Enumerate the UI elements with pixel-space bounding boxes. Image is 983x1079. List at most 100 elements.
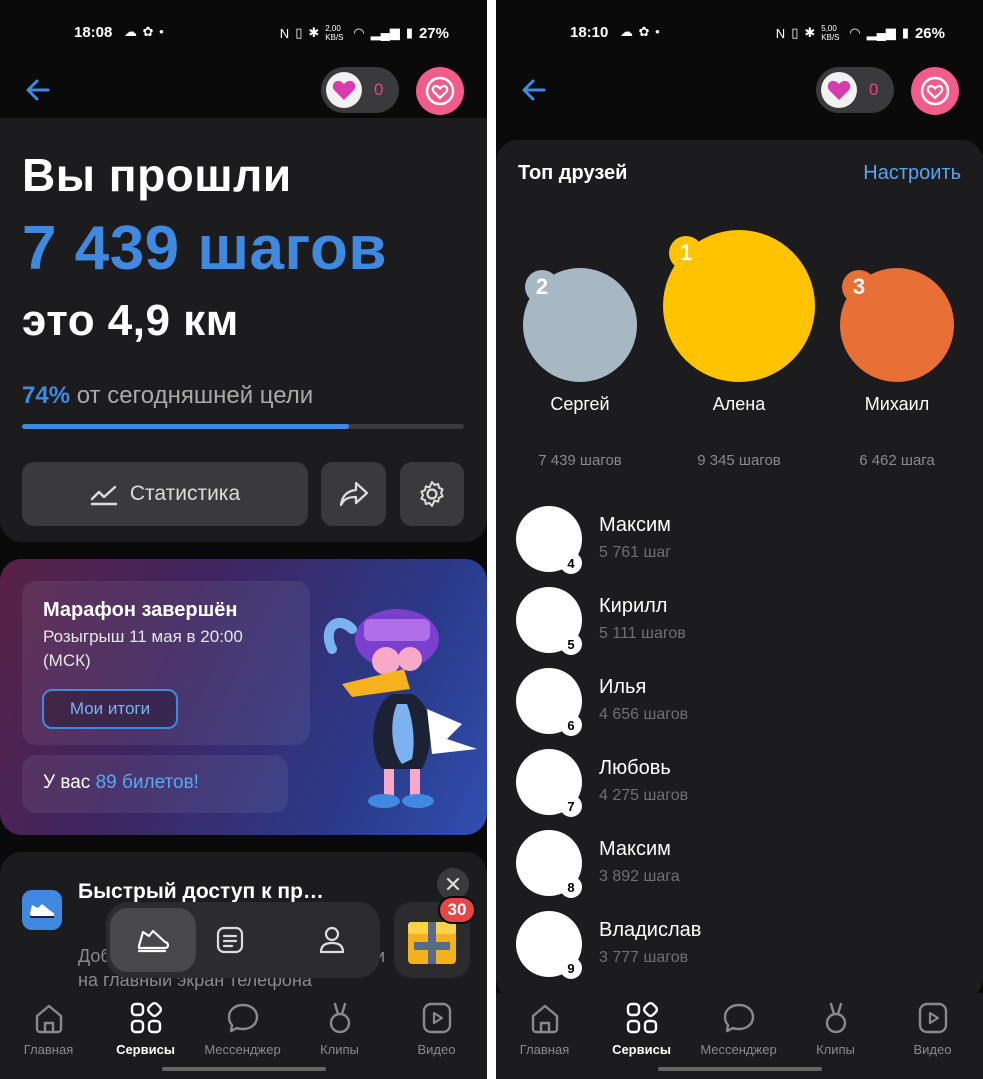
friend-name: Максим bbox=[599, 838, 671, 860]
top-bar: 0 bbox=[0, 64, 487, 118]
battery-icon: ▮ bbox=[901, 25, 909, 40]
friend-name: Владислав bbox=[599, 919, 702, 941]
podium-name: Михаил bbox=[864, 394, 930, 414]
tab-clips[interactable]: Клипы bbox=[787, 1001, 884, 1057]
gift-box-button[interactable]: 30 bbox=[394, 896, 476, 978]
vibrate-icon: ▯ bbox=[295, 25, 303, 40]
likes-count: 0 bbox=[374, 80, 384, 99]
podium-steps: 9 345 шагов bbox=[697, 452, 781, 469]
podium-steps: 7 439 шагов bbox=[538, 452, 622, 469]
status-time: 18:08 bbox=[74, 24, 113, 41]
left-screen: 18:08 ☁ ✿ • N ▯ ✱ 2,00 KB/S ◠ ▂▄▆ ▮ 27% … bbox=[0, 0, 487, 1079]
battery-icon: ▮ bbox=[405, 25, 413, 40]
friend-steps: 4 275 шагов bbox=[599, 787, 689, 804]
rank-number: 6 bbox=[560, 714, 582, 736]
tab-messenger-label: Мессенджер bbox=[204, 1042, 281, 1057]
friend-steps: 5 761 шаг bbox=[599, 544, 672, 561]
video-icon bbox=[918, 1002, 947, 1034]
tab-messenger[interactable]: Мессенджер bbox=[194, 1001, 291, 1057]
steps-count: 7 439 шагов bbox=[22, 214, 388, 283]
float-tab-profile[interactable] bbox=[312, 920, 352, 960]
tab-video[interactable]: Видео bbox=[884, 1001, 981, 1057]
arrow-left-icon bbox=[26, 79, 50, 101]
goal-label: от сегодняшней цели bbox=[76, 382, 314, 409]
list-item[interactable]: 5 Кирилл 5 111 шагов bbox=[496, 583, 983, 663]
wifi-icon: ◠ bbox=[849, 25, 861, 40]
goal-progress-text: 74% от сегодняшней цели bbox=[22, 382, 313, 410]
rank-number: 7 bbox=[560, 795, 582, 817]
speed-indicator: 2,00 KB/S bbox=[325, 24, 344, 42]
my-results-button[interactable]: Мои итоги bbox=[42, 689, 178, 729]
goal-percent: 74% bbox=[22, 382, 71, 409]
status-bar: 18:08 ☁ ✿ • N ▯ ✱ 2,00 KB/S ◠ ▂▄▆ ▮ 27% bbox=[0, 0, 487, 64]
right-screen: 18:10 ☁ ✿ • N ▯ ✱ 5,00 KB/S ◠ ▂▄▆ ▮ 26% … bbox=[496, 0, 983, 1079]
bottom-tab-bar: Главная Сервисы Мессенджер Клипы Видео bbox=[0, 993, 487, 1079]
bluetooth-icon: ✱ bbox=[804, 25, 816, 40]
goal-progress-fill bbox=[22, 424, 350, 429]
float-tab-feed[interactable] bbox=[210, 920, 250, 960]
float-tab-steps[interactable] bbox=[110, 908, 196, 972]
friend-name: Илья bbox=[599, 676, 647, 698]
steps-card: Вы прошли 7 439 шагов это 4,9 км 74% от … bbox=[0, 118, 487, 542]
tab-services[interactable]: Сервисы bbox=[97, 1001, 194, 1057]
gift-count-badge: 30 bbox=[438, 896, 476, 924]
sneaker-icon bbox=[137, 929, 170, 953]
tab-home[interactable]: Главная bbox=[496, 1001, 593, 1057]
list-item[interactable]: 7 Любовь 4 275 шагов bbox=[496, 745, 983, 825]
status-bar: 18:10 ☁ ✿ • N ▯ ✱ 5,00 KB/S ◠ ▂▄▆ ▮ 26% bbox=[496, 0, 983, 64]
back-button[interactable] bbox=[518, 74, 550, 106]
tab-services-label: Сервисы bbox=[612, 1042, 671, 1057]
friend-steps: 3 892 шага bbox=[599, 868, 680, 885]
likes-count: 0 bbox=[869, 80, 879, 99]
chart-trend-icon bbox=[90, 485, 118, 506]
services-grid-icon bbox=[130, 1001, 162, 1034]
notification-icons: ☁ ✿ • bbox=[124, 24, 165, 39]
nfc-icon: N bbox=[775, 25, 786, 41]
close-icon bbox=[446, 877, 460, 891]
likes-pill[interactable]: 0 bbox=[321, 67, 399, 113]
tab-video[interactable]: Видео bbox=[388, 1001, 485, 1057]
nfc-icon: N bbox=[279, 25, 290, 41]
heart-ring-icon bbox=[920, 76, 950, 106]
top-friends-card: Топ друзей Настроить 2 Сергей 7 439 шаго… bbox=[496, 140, 983, 1000]
bottom-tab-bar: Главная Сервисы Мессенджер Клипы Видео bbox=[496, 993, 983, 1079]
tab-clips-label: Клипы bbox=[816, 1042, 855, 1057]
services-grid-icon bbox=[626, 1001, 658, 1034]
person-icon bbox=[319, 926, 345, 954]
tab-clips[interactable]: Клипы bbox=[291, 1001, 388, 1057]
tab-services[interactable]: Сервисы bbox=[593, 1001, 690, 1057]
podium-steps: 6 462 шага bbox=[859, 452, 935, 469]
tickets-value: 89 билетов! bbox=[95, 772, 199, 793]
statistics-button[interactable]: Статистика bbox=[22, 462, 308, 526]
system-icons: N ▯ ✱ 2,00 KB/S ◠ ▂▄▆ ▮ 27% bbox=[280, 24, 449, 42]
back-button[interactable] bbox=[22, 74, 54, 106]
vibrate-icon: ▯ bbox=[791, 25, 799, 40]
steps-heading: Вы прошли bbox=[22, 149, 292, 201]
list-item[interactable]: 8 Максим 3 892 шага bbox=[496, 826, 983, 906]
list-item[interactable]: 9 Владислав 3 777 шагов bbox=[496, 907, 983, 987]
chat-bubble-icon bbox=[227, 1003, 258, 1033]
configure-link[interactable]: Настроить bbox=[863, 162, 961, 185]
tab-messenger[interactable]: Мессенджер bbox=[690, 1001, 787, 1057]
section-title: Топ друзей bbox=[518, 162, 628, 184]
speed-indicator: 5,00 KB/S bbox=[821, 24, 840, 42]
tickets-prefix: У вас bbox=[43, 772, 91, 793]
tab-home-label: Главная bbox=[519, 1042, 570, 1057]
share-button[interactable] bbox=[321, 462, 386, 526]
health-ring-button[interactable] bbox=[416, 67, 464, 115]
distance-text: это 4,9 км bbox=[22, 296, 239, 345]
home-icon bbox=[531, 1004, 558, 1034]
list-item[interactable]: 4 Максим 5 761 шаг bbox=[496, 502, 983, 582]
tickets-text: У вас 89 билетов! bbox=[43, 772, 199, 794]
tab-home[interactable]: Главная bbox=[0, 1001, 97, 1057]
settings-button[interactable] bbox=[400, 462, 464, 526]
battery-level: 26% bbox=[914, 24, 945, 42]
health-ring-button[interactable] bbox=[911, 67, 959, 115]
goal-progress-bar bbox=[22, 424, 464, 429]
friend-name: Максим bbox=[599, 514, 671, 536]
likes-pill[interactable]: 0 bbox=[816, 67, 894, 113]
list-item[interactable]: 6 Илья 4 656 шагов bbox=[496, 664, 983, 744]
floating-tab-bar bbox=[106, 902, 380, 978]
home-indicator bbox=[161, 1067, 326, 1071]
bluetooth-icon: ✱ bbox=[308, 25, 320, 40]
